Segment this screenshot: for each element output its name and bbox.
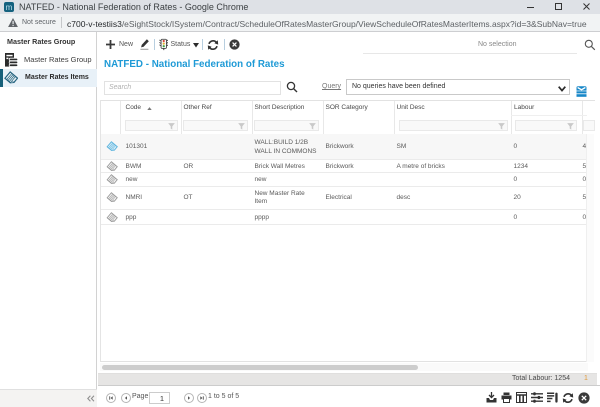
svg-text:m: m [6,3,13,12]
